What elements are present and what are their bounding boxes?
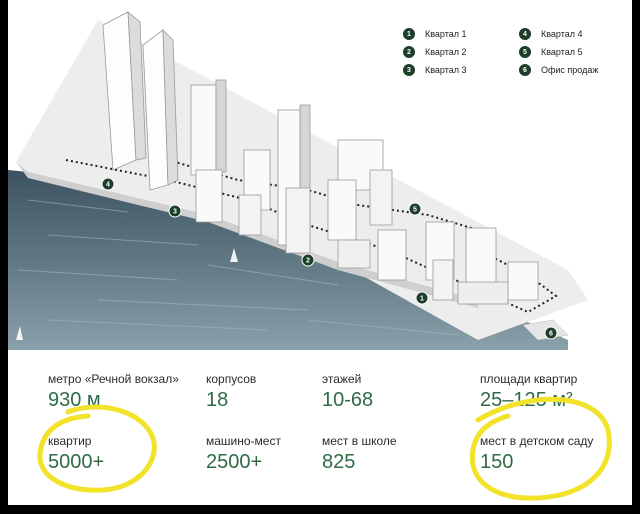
building [285, 187, 311, 254]
building [377, 229, 407, 281]
legend-item-6: 6 Офис продаж [519, 64, 598, 76]
stats-panel: метро «Речной вокзал» 930 м корпусов 18 … [8, 350, 632, 514]
building [507, 261, 539, 301]
legend-marker-1: 1 [403, 28, 415, 40]
map-marker-2: 2 [301, 253, 315, 267]
map-marker-6-label: 6 [549, 331, 553, 338]
building [190, 84, 217, 176]
legend-label: Квартал 4 [541, 29, 583, 39]
legend-item-3: 3 Квартал 3 [403, 64, 467, 76]
legend-marker-6: 6 [519, 64, 531, 76]
building [457, 281, 509, 305]
legend-item-1: 1 Квартал 1 [403, 28, 467, 40]
legend-label: Квартал 3 [425, 65, 467, 75]
legend-item-4: 4 Квартал 4 [519, 28, 583, 40]
map-marker-4: 4 [101, 177, 115, 191]
map-marker-1-label: 1 [420, 296, 424, 303]
legend-marker-5: 5 [519, 46, 531, 58]
building [327, 179, 357, 241]
legend-marker-3: 3 [403, 64, 415, 76]
map-marker-3: 3 [168, 204, 182, 218]
highlight-circle-kindergarten [469, 396, 612, 501]
legend-label: Квартал 5 [541, 47, 583, 57]
legend-label: Офис продаж [541, 65, 599, 75]
legend-item-2: 2 Квартал 2 [403, 46, 467, 58]
map-marker-5: 5 [408, 202, 422, 216]
map-marker-3-label: 3 [173, 209, 177, 216]
bottom-bar [0, 505, 640, 514]
map-marker-4-label: 4 [106, 182, 110, 189]
building [369, 169, 393, 226]
legend-marker-4: 4 [519, 28, 531, 40]
building [337, 239, 371, 269]
map-marker-1: 1 [415, 291, 429, 305]
map-marker-5-label: 5 [413, 207, 417, 214]
legend-label: Квартал 1 [425, 29, 467, 39]
building [465, 227, 497, 291]
highlight-circle-apartments [37, 404, 157, 493]
legend-marker-2: 2 [403, 46, 415, 58]
promo-image: 1 2 3 4 5 6 1 Квартал 1 2 Квартал 2 3 Кв… [8, 0, 632, 514]
map-marker-6: 6 [544, 326, 558, 340]
legend: 1 Квартал 1 2 Квартал 2 3 Квартал 3 4 Кв… [403, 28, 628, 86]
building [238, 194, 262, 236]
building [195, 169, 223, 223]
highlight-overlay [37, 396, 612, 501]
legend-item-5: 5 Квартал 5 [519, 46, 583, 58]
map-marker-2-label: 2 [306, 258, 310, 265]
building [432, 259, 454, 301]
legend-label: Квартал 2 [425, 47, 467, 57]
